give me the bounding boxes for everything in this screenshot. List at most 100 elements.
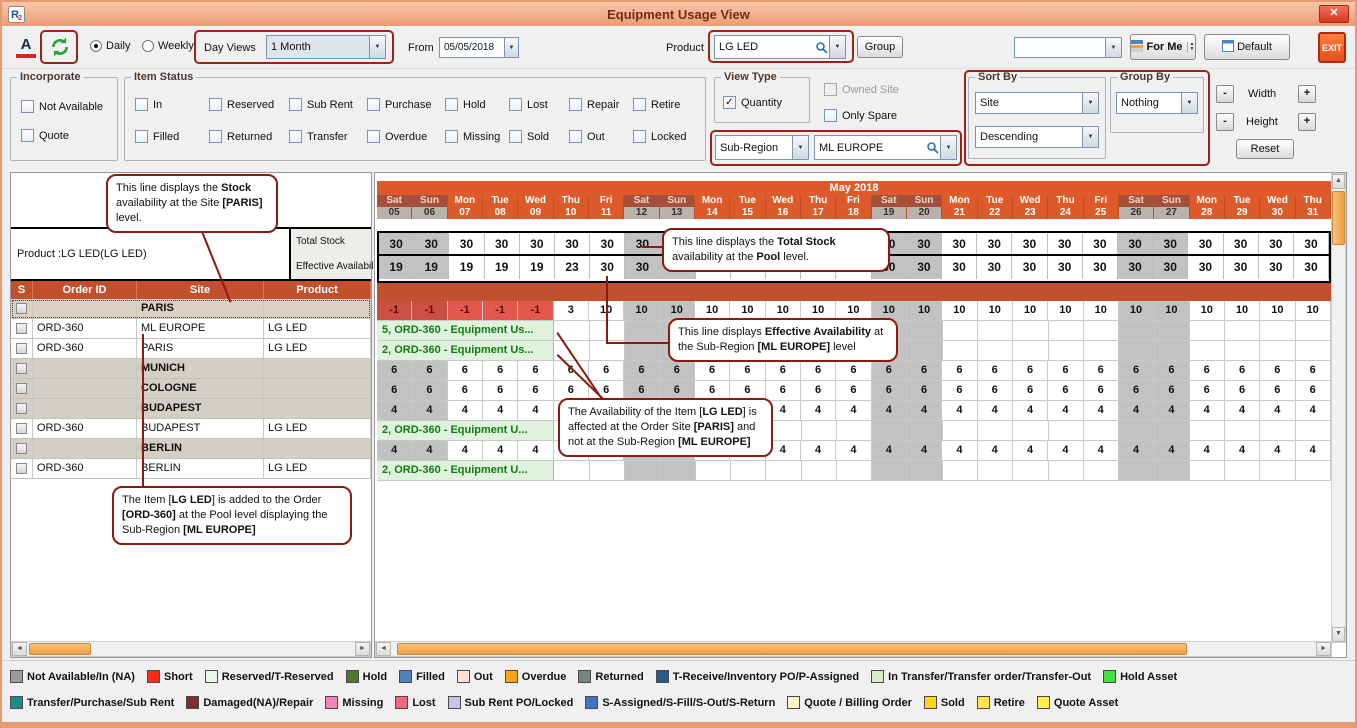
site-row[interactable]: PARIS — [11, 299, 371, 319]
row-checkbox[interactable] — [16, 343, 27, 354]
availability-cell[interactable]: 6 — [1296, 381, 1331, 400]
row-checkbox[interactable] — [16, 443, 27, 454]
total-stock-cell[interactable]: 30 — [485, 233, 520, 254]
availability-cell[interactable] — [1225, 461, 1260, 480]
calendar-day-header[interactable]: Sun06 — [412, 195, 447, 219]
order-booking-bar[interactable]: 2, ORD-360 - Equipment U... — [377, 421, 554, 440]
calendar-day-header[interactable]: Thu31 — [1296, 195, 1331, 219]
calendar-day-header[interactable]: Tue15 — [730, 195, 765, 219]
availability-cell[interactable] — [1225, 321, 1260, 340]
region-select[interactable]: ML EUROPE ▼ — [814, 135, 957, 160]
availability-cell[interactable]: 4 — [872, 401, 907, 420]
calendar-day-header[interactable]: Tue22 — [978, 195, 1013, 219]
order-row[interactable]: ORD-360ML EUROPELG LED — [11, 319, 371, 339]
availability-cell[interactable]: 4 — [907, 401, 942, 420]
availability-cell[interactable] — [1084, 321, 1119, 340]
total-stock-cell[interactable]: 30 — [907, 233, 942, 254]
effective-availability-cell[interactable]: 19 — [379, 256, 414, 279]
availability-cell[interactable]: 6 — [942, 361, 977, 380]
calendar-day-header[interactable]: Mon14 — [695, 195, 730, 219]
availability-cell[interactable] — [1155, 321, 1190, 340]
availability-cell[interactable]: 4 — [483, 441, 518, 460]
availability-cell[interactable]: 3 — [554, 301, 589, 320]
availability-cell[interactable]: 6 — [1119, 381, 1154, 400]
scroll-down-button[interactable]: ▼ — [1332, 627, 1345, 642]
chevron-down-icon[interactable]: ▼ — [369, 36, 385, 58]
availability-cell[interactable] — [590, 461, 625, 480]
effective-availability-cell[interactable]: 19 — [520, 256, 555, 279]
calendar-day-header[interactable]: Wed16 — [766, 195, 801, 219]
horizontal-scrollbar[interactable]: ◄ ► — [375, 641, 1332, 657]
availability-cell[interactable] — [1155, 341, 1190, 360]
sort-direction-select[interactable]: Descending ▼ — [975, 126, 1099, 148]
row-checkbox[interactable] — [16, 303, 27, 314]
calendar-day-header[interactable]: Mon21 — [942, 195, 977, 219]
row-checkbox[interactable] — [16, 323, 27, 334]
group-button[interactable]: Group — [857, 36, 903, 58]
availability-cell[interactable] — [978, 341, 1013, 360]
availability-cell[interactable] — [1084, 421, 1119, 440]
checkbox-hold[interactable]: Hold — [445, 98, 509, 111]
group-by-select[interactable]: Nothing ▼ — [1116, 92, 1198, 114]
site-row[interactable]: BUDAPEST — [11, 399, 371, 419]
site-row[interactable]: MUNICH — [11, 359, 371, 379]
checkbox-not-available[interactable]: Not Available — [21, 100, 103, 113]
availability-cell[interactable]: 4 — [942, 401, 977, 420]
chevron-down-icon[interactable]: ▼ — [1181, 93, 1197, 113]
row-checkbox[interactable] — [16, 463, 27, 474]
availability-cell[interactable] — [978, 421, 1013, 440]
total-stock-cell[interactable]: 30 — [977, 233, 1012, 254]
for-me-button[interactable]: For Me ▲ ▼ — [1130, 34, 1196, 60]
availability-cell[interactable]: 6 — [1013, 381, 1048, 400]
default-button[interactable]: Default — [1204, 34, 1290, 60]
availability-cell[interactable] — [943, 461, 978, 480]
day-views-select[interactable]: 1 Month ▼ — [266, 35, 386, 59]
availability-cell[interactable] — [872, 461, 907, 480]
row-checkbox[interactable] — [16, 403, 27, 414]
calendar-day-header[interactable]: Mon07 — [448, 195, 483, 219]
row-checkbox[interactable] — [16, 363, 27, 374]
sort-field-select[interactable]: Site ▼ — [975, 92, 1099, 114]
availability-cell[interactable] — [554, 461, 589, 480]
effective-availability-cell[interactable]: 19 — [449, 256, 484, 279]
availability-cell[interactable]: 6 — [872, 381, 907, 400]
calendar-day-header[interactable]: Sat26 — [1119, 195, 1154, 219]
availability-cell[interactable]: 4 — [801, 441, 836, 460]
availability-cell[interactable]: -1 — [377, 301, 412, 320]
region-level-select[interactable]: Sub-Region ▼ — [715, 135, 809, 160]
availability-cell[interactable]: 4 — [836, 441, 871, 460]
availability-cell[interactable] — [1190, 321, 1225, 340]
chevron-down-icon[interactable]: ▼ — [829, 36, 845, 58]
total-stock-cell[interactable]: 30 — [379, 233, 414, 254]
availability-cell[interactable] — [1225, 341, 1260, 360]
availability-cell[interactable]: 6 — [1190, 361, 1225, 380]
availability-cell[interactable] — [1049, 321, 1084, 340]
scroll-right-button[interactable]: ► — [1316, 642, 1331, 656]
calendar-day-header[interactable]: Thu17 — [801, 195, 836, 219]
availability-cell[interactable]: 4 — [1296, 401, 1331, 420]
search-icon[interactable] — [924, 141, 940, 154]
availability-cell[interactable]: 4 — [1013, 401, 1048, 420]
availability-cell[interactable]: 4 — [518, 441, 553, 460]
total-stock-cell[interactable]: 30 — [1012, 233, 1047, 254]
search-icon[interactable] — [813, 41, 829, 54]
availability-cell[interactable] — [1190, 421, 1225, 440]
checkbox-repair[interactable]: Repair — [569, 98, 633, 111]
availability-cell[interactable]: 6 — [1048, 381, 1083, 400]
calendar-day-header[interactable]: Tue08 — [483, 195, 518, 219]
scroll-up-button[interactable]: ▲ — [1332, 174, 1345, 189]
availability-cell[interactable] — [1296, 461, 1331, 480]
availability-cell[interactable]: 6 — [730, 361, 765, 380]
checkbox-purchase[interactable]: Purchase — [367, 98, 445, 111]
effective-availability-cell[interactable]: 30 — [625, 256, 660, 279]
horizontal-scrollbar[interactable]: ◄ ► — [11, 641, 371, 657]
availability-cell[interactable] — [1260, 461, 1295, 480]
column-header-order-id[interactable]: Order ID — [33, 281, 137, 299]
availability-cell[interactable]: 10 — [1048, 301, 1083, 320]
availability-cell[interactable]: 6 — [1225, 361, 1260, 380]
row-checkbox[interactable] — [16, 383, 27, 394]
effective-availability-cell[interactable]: 30 — [977, 256, 1012, 279]
availability-cell[interactable]: 10 — [1013, 301, 1048, 320]
availability-cell[interactable]: 4 — [377, 401, 412, 420]
calendar-day-header[interactable]: Sat19 — [872, 195, 907, 219]
